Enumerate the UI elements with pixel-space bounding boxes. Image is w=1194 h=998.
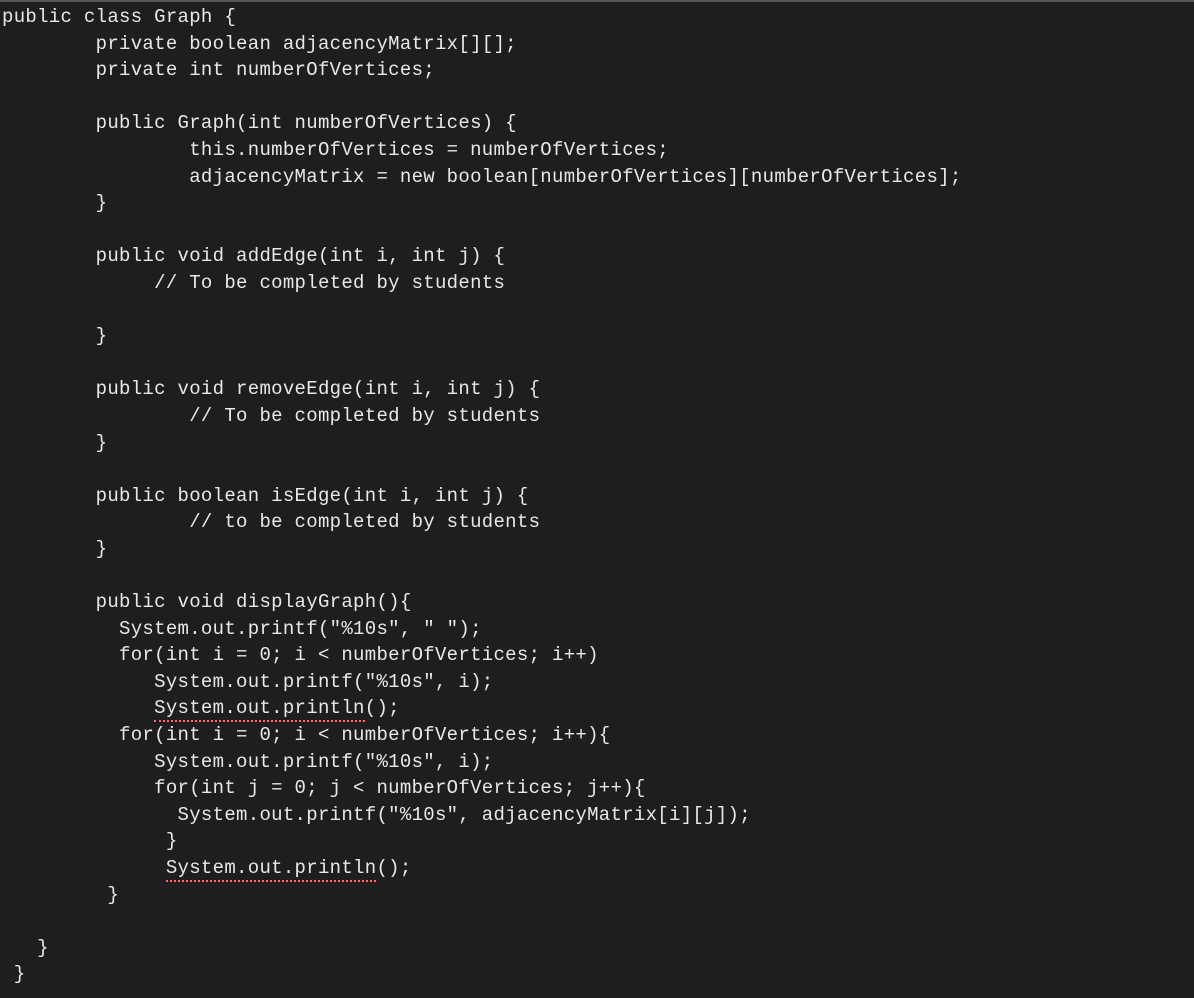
code-line: }	[2, 430, 1194, 457]
code-line: System.out.printf("%10s", i);	[2, 749, 1194, 776]
code-line: }	[2, 828, 1194, 855]
code-line: for(int i = 0; i < numberOfVertices; i++…	[2, 722, 1194, 749]
code-line	[2, 297, 1194, 324]
code-line: System.out.println();	[2, 695, 1194, 722]
code-line: }	[2, 882, 1194, 909]
code-editor[interactable]: public class Graph { private boolean adj…	[0, 2, 1194, 988]
code-line: // To be completed by students	[2, 270, 1194, 297]
spell-error-underline: System.out.println	[154, 697, 365, 722]
code-line: System.out.printf("%10s", " ");	[2, 616, 1194, 643]
code-line: public class Graph {	[2, 4, 1194, 31]
code-line: // to be completed by students	[2, 509, 1194, 536]
code-line: public boolean isEdge(int i, int j) {	[2, 483, 1194, 510]
code-line	[2, 217, 1194, 244]
code-line: System.out.printf("%10s", adjacencyMatri…	[2, 802, 1194, 829]
code-line: public void displayGraph(){	[2, 589, 1194, 616]
code-line: private boolean adjacencyMatrix[][];	[2, 31, 1194, 58]
code-line: System.out.println();	[2, 855, 1194, 882]
code-line: private int numberOfVertices;	[2, 57, 1194, 84]
spell-error-underline: System.out.println	[166, 857, 377, 882]
code-line: public void addEdge(int i, int j) {	[2, 243, 1194, 270]
code-line: adjacencyMatrix = new boolean[numberOfVe…	[2, 164, 1194, 191]
code-line: this.numberOfVertices = numberOfVertices…	[2, 137, 1194, 164]
code-line	[2, 350, 1194, 377]
code-line	[2, 562, 1194, 589]
code-line: }	[2, 323, 1194, 350]
code-line	[2, 908, 1194, 935]
code-line: }	[2, 190, 1194, 217]
code-line: public void removeEdge(int i, int j) {	[2, 376, 1194, 403]
code-line: for(int j = 0; j < numberOfVertices; j++…	[2, 775, 1194, 802]
code-line: for(int i = 0; i < numberOfVertices; i++…	[2, 642, 1194, 669]
code-line: System.out.printf("%10s", i);	[2, 669, 1194, 696]
code-line: }	[2, 935, 1194, 962]
code-line: // To be completed by students	[2, 403, 1194, 430]
code-line: public Graph(int numberOfVertices) {	[2, 110, 1194, 137]
code-line: }	[2, 961, 1194, 988]
code-line	[2, 84, 1194, 111]
code-line	[2, 456, 1194, 483]
code-line: }	[2, 536, 1194, 563]
